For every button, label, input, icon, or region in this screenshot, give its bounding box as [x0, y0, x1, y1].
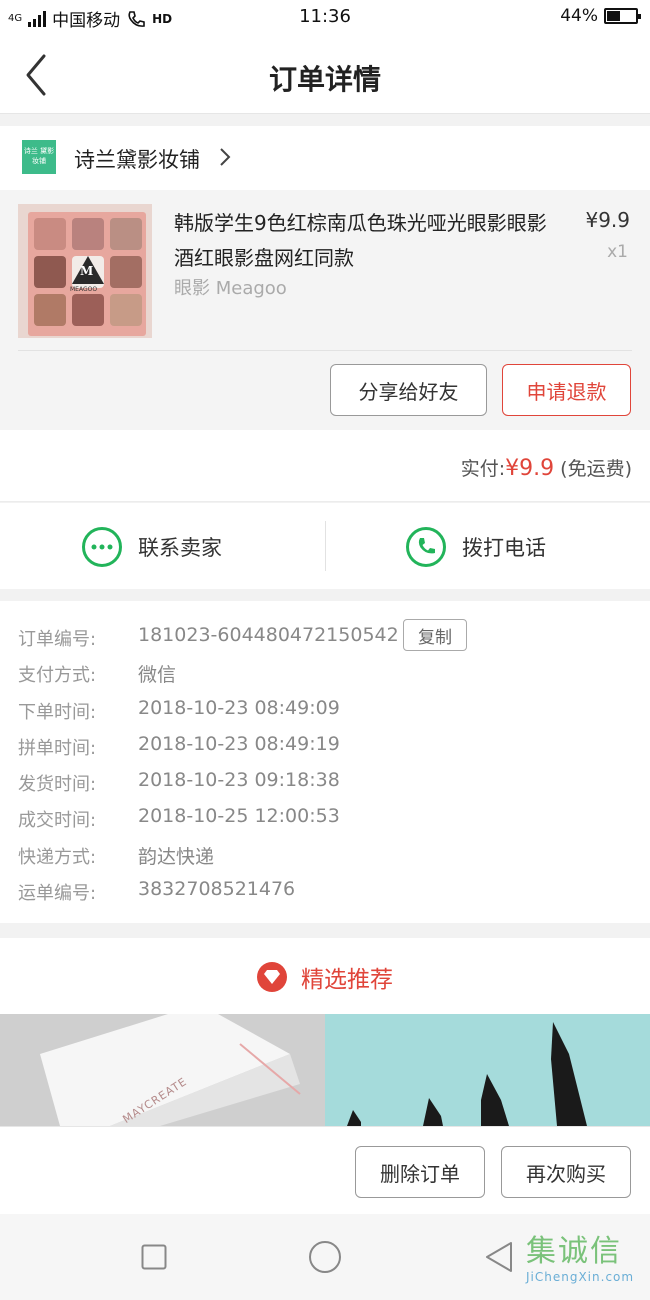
call-phone-label: 拨打电话 [462, 536, 546, 560]
bottom-action-bar: 删除订单 再次购买 [0, 1126, 650, 1214]
delete-order-button[interactable]: 删除订单 [355, 1146, 485, 1198]
product-card: M MEAGOO 韩版学生9色红棕南瓜色珠光哑光眼影眼影酒红眼影盘网红同款 眼影… [0, 190, 650, 430]
recent-apps-icon[interactable] [141, 1244, 167, 1270]
product-variant: 眼影 Meagoo [174, 278, 287, 299]
payment-note: (免运费) [560, 458, 632, 480]
recommend-product-2[interactable] [325, 1014, 650, 1126]
recommend-header: 精选推荐 [0, 938, 650, 1014]
shop-name[interactable]: 诗兰黛影妆铺 [74, 144, 200, 174]
courier: 韵达快递 [138, 846, 215, 868]
status-right: 44% [560, 6, 641, 26]
call-phone-button[interactable]: 拨打电话 [406, 527, 546, 567]
divider [18, 350, 632, 351]
page-title: 订单详情 [268, 63, 381, 96]
product-title[interactable]: 韩版学生9色红棕南瓜色珠光哑光眼影眼影酒红眼影盘网红同款 [174, 206, 564, 276]
product-thumbnail[interactable]: M MEAGOO [18, 204, 152, 338]
tracking-number: 3832708521476 [138, 878, 296, 900]
group-time: 2018-10-23 08:49:19 [138, 733, 340, 755]
payment-method: 微信 [138, 664, 177, 686]
ship-time: 2018-10-23 09:18:38 [138, 769, 340, 791]
battery-fill [607, 11, 621, 21]
thumb-brand: MEAGOO [70, 286, 98, 293]
product-quantity: x1 [607, 242, 628, 262]
rebuy-button[interactable]: 再次购买 [501, 1146, 631, 1198]
refund-button[interactable]: 申请退款 [502, 364, 631, 416]
diamond-icon [257, 962, 287, 992]
info-label: 运单编号: [18, 883, 97, 904]
contact-seller-label: 联系卖家 [138, 536, 222, 560]
copy-button[interactable]: 复制 [403, 619, 467, 651]
order-info: 订单编号: 181023-604480472150542 复制 支付方式: 微信… [0, 601, 650, 923]
product-box-image [0, 1014, 325, 1126]
back-triangle-icon[interactable] [484, 1241, 514, 1273]
order-time: 2018-10-23 08:49:09 [138, 697, 340, 719]
page-header: 订单详情 [0, 36, 650, 114]
contact-row: 联系卖家 拨打电话 [0, 503, 650, 589]
shop-logo: 诗兰 黛影妆铺 [22, 140, 56, 174]
payment-row: 实付:¥9.9 (免运费) [0, 430, 650, 502]
home-icon[interactable] [308, 1240, 342, 1274]
battery-icon [604, 8, 641, 24]
status-bar: 4G 中国移动 HD 11:36 44% [0, 0, 650, 36]
watermark-sub: JiChengXin.com [526, 1270, 635, 1284]
deal-time: 2018-10-25 12:00:53 [138, 805, 340, 827]
chevron-right-icon[interactable] [218, 147, 232, 167]
recommend-title-row: 精选推荐 [0, 960, 650, 994]
watermark: 集诚信 JiChengXin.com [526, 1226, 642, 1296]
info-label: 发货时间: [18, 774, 97, 795]
shop-row[interactable]: 诗兰 黛影妆铺 诗兰黛影妆铺 [0, 126, 650, 190]
share-button[interactable]: 分享给好友 [330, 364, 487, 416]
info-label: 订单编号: [18, 629, 97, 650]
payment-amount: ¥9.9 [505, 456, 555, 481]
product-price: ¥9.9 [585, 208, 630, 232]
info-label: 快递方式: [18, 847, 97, 868]
thumb-logo: M [80, 264, 94, 278]
divider [325, 521, 326, 571]
phone-icon [406, 527, 446, 567]
status-time: 11:36 [299, 6, 351, 27]
watermark-main: 集诚信 [526, 1234, 622, 1269]
order-number: 181023-604480472150542 [138, 624, 399, 646]
chat-bubble-icon [82, 527, 122, 567]
info-label: 支付方式: [18, 665, 97, 686]
recommend-product-1[interactable]: MAYCREATE [0, 1014, 325, 1126]
battery-percent: 44% [560, 6, 598, 26]
eyeliner-pens-image [325, 1014, 650, 1126]
info-label: 拼单时间: [18, 738, 97, 759]
recommend-title: 精选推荐 [301, 967, 393, 993]
info-label: 成交时间: [18, 810, 97, 831]
info-label: 下单时间: [18, 702, 97, 723]
contact-seller-button[interactable]: 联系卖家 [82, 527, 222, 567]
payment-summary: 实付:¥9.9 (免运费) [461, 454, 632, 481]
payment-label: 实付: [460, 458, 506, 480]
